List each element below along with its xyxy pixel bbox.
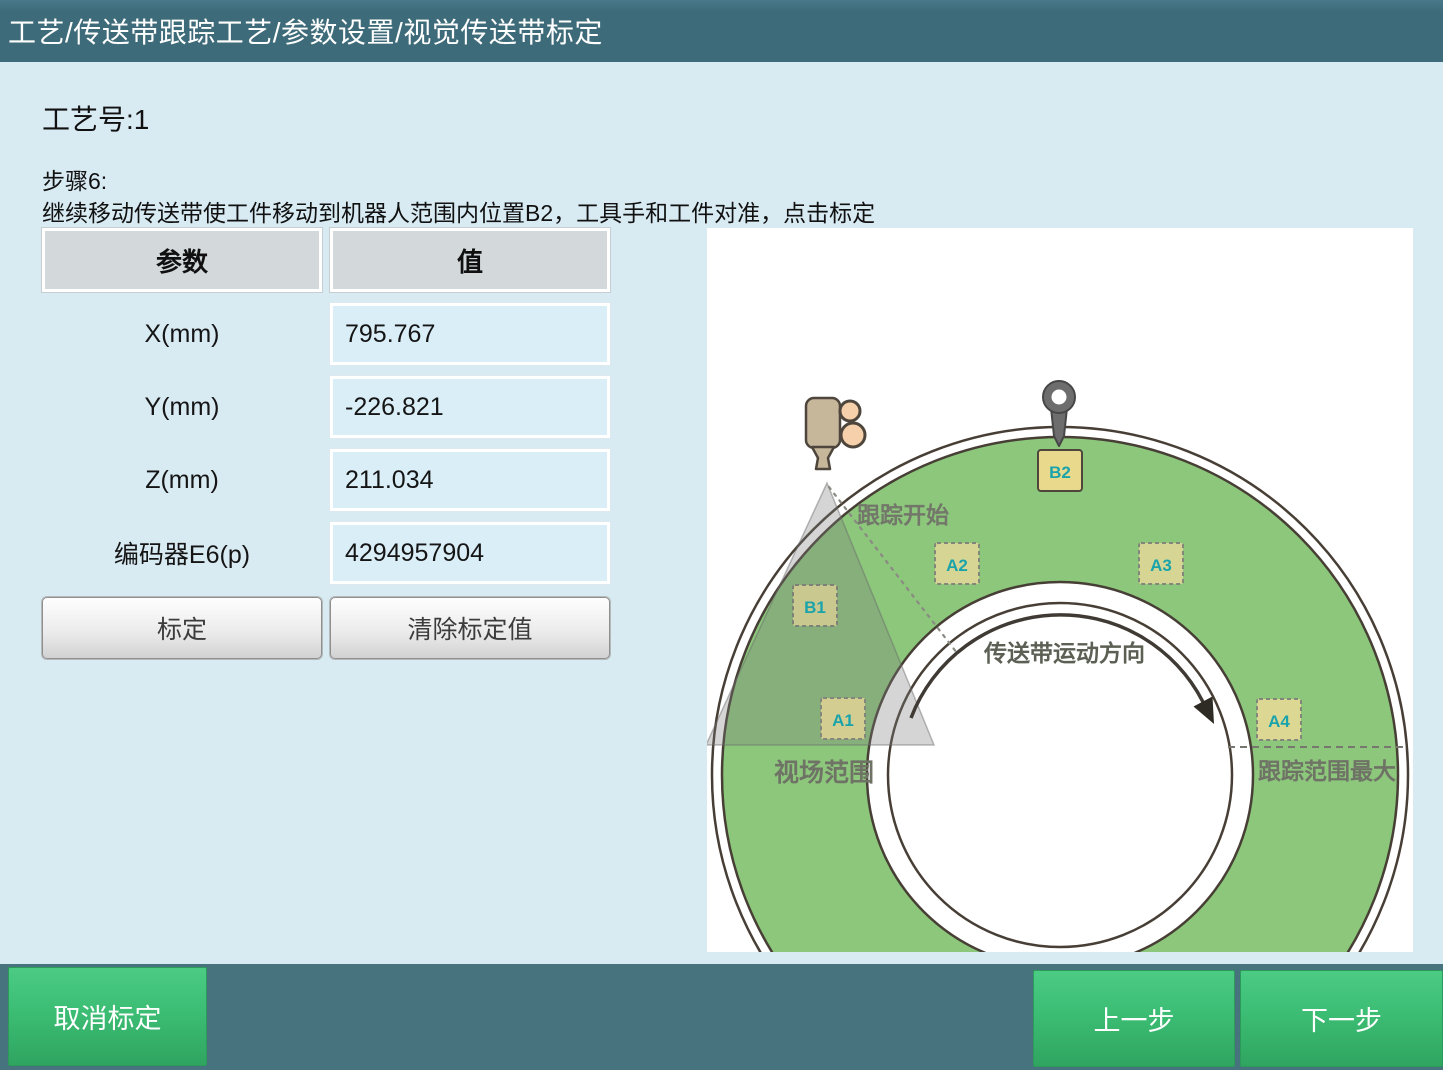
camera-icon (804, 396, 867, 471)
conveyor-diagram: B2 A2 A3 B1 A1 A4 跟踪开始 传送带运动方向 视场范围 跟踪范围… (707, 380, 1410, 952)
label-tracking-range-max: 跟踪范围最大 (1258, 758, 1396, 784)
position-label-a4: A4 (1268, 712, 1290, 731)
prev-step-button[interactable]: 上一步 (1033, 970, 1235, 1067)
label-field-of-view: 视场范围 (774, 759, 874, 787)
step-instruction: 继续移动传送带使工件移动到机器人范围内位置B2，工具手和工件对准，点击标定 (42, 200, 876, 226)
param-label-x: X(mm) (144, 319, 220, 348)
title-bar: 工艺/传送带跟踪工艺/参数设置/视觉传送带标定 (0, 0, 1443, 62)
process-number: 工艺号:1 (42, 104, 150, 135)
param-label-y: Y(mm) (144, 392, 220, 421)
step-title: 步骤6: (42, 168, 108, 194)
bottom-bar: 取消标定 上一步 下一步 (0, 964, 1443, 1070)
cancel-calibration-button[interactable]: 取消标定 (8, 967, 207, 1066)
clear-calibration-button[interactable]: 清除标定值 (329, 596, 611, 660)
position-label-b2: B2 (1049, 463, 1071, 482)
next-step-button[interactable]: 下一步 (1240, 970, 1443, 1067)
position-label-a1: A1 (832, 711, 854, 730)
param-label-encoder: 编码器E6(p) (113, 541, 251, 569)
position-label-a3: A3 (1150, 556, 1172, 575)
value-field-z[interactable]: 211.034 (329, 448, 611, 512)
value-field-encoder[interactable]: 4294957904 (329, 521, 611, 585)
value-field-y[interactable]: -226.821 (329, 375, 611, 439)
calibrate-button[interactable]: 标定 (41, 596, 323, 660)
screen: 工艺/传送带跟踪工艺/参数设置/视觉传送带标定 工艺号:1 步骤6: 继续移动传… (0, 0, 1443, 1070)
breadcrumb: 工艺/传送带跟踪工艺/参数设置/视觉传送带标定 (8, 17, 603, 48)
column-header-value: 值 (329, 227, 611, 293)
position-label-b1: B1 (804, 598, 826, 617)
param-label-z: Z(mm) (145, 465, 219, 494)
value-field-x[interactable]: 795.767 (329, 302, 611, 366)
diagram-panel: B2 A2 A3 B1 A1 A4 跟踪开始 传送带运动方向 视场范围 跟踪范围… (707, 228, 1413, 952)
column-header-param: 参数 (41, 227, 323, 293)
label-tracking-start: 跟踪开始 (857, 502, 949, 528)
label-conveyor-direction: 传送带运动方向 (983, 640, 1145, 666)
position-label-a2: A2 (946, 556, 968, 575)
